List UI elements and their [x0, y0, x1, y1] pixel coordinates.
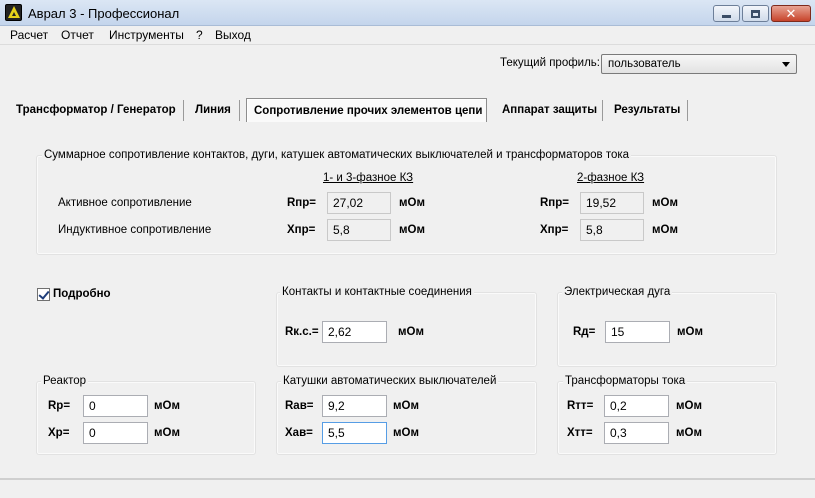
active-resistance-label: Активное сопротивление — [58, 197, 192, 209]
reactor-r-input[interactable]: 0 — [83, 395, 148, 417]
menu-item-calc[interactable]: Расчет — [10, 28, 48, 42]
col-header-1-3-phase: 1- и 3-фазное КЗ — [323, 172, 414, 184]
maximize-icon — [751, 9, 760, 18]
inductive-resistance-label: Индуктивное сопротивление — [58, 224, 212, 236]
breaker-r-input[interactable]: 9,2 — [322, 395, 387, 417]
contacts-symbol: Rк.с.= — [285, 326, 319, 338]
x-sum-symbol-2: Xпр= — [540, 224, 569, 236]
unit-label: мОм — [399, 224, 425, 236]
minimize-icon — [722, 15, 731, 18]
unit-label: мОм — [154, 427, 180, 439]
tab-bar: Трансформатор / Генератор Линия Сопротив… — [0, 98, 815, 122]
profile-select[interactable]: пользователь — [601, 54, 797, 74]
chevron-down-icon — [782, 62, 790, 67]
x-sum-symbol: Xпр= — [287, 224, 316, 236]
summary-group-title: Суммарное сопротивление контактов, дуги,… — [42, 149, 632, 161]
unit-label: мОм — [652, 197, 678, 209]
ct-x-input[interactable]: 0,3 — [604, 422, 669, 444]
tab-line[interactable]: Линия — [195, 98, 231, 122]
breaker-coils-group — [276, 381, 537, 455]
status-bar — [0, 480, 815, 498]
tab-results[interactable]: Результаты — [614, 98, 680, 122]
reactor-x-input[interactable]: 0 — [83, 422, 148, 444]
ct-r-symbol: Rтт= — [567, 400, 594, 412]
breaker-x-input[interactable]: 5,5 — [322, 422, 387, 444]
arc-symbol: Rд= — [573, 326, 596, 338]
tab-other-elements[interactable]: Сопротивление прочих элементов цепи — [246, 98, 487, 122]
maximize-button[interactable] — [742, 5, 769, 22]
menu-item-report[interactable]: Отчет — [61, 28, 94, 42]
menu-item-tools[interactable]: Инструменты — [109, 28, 184, 42]
breaker-coils-group-title: Катушки автоматических выключателей — [281, 375, 499, 387]
unit-label: мОм — [398, 326, 424, 338]
tab-transformer[interactable]: Трансформатор / Генератор — [16, 98, 176, 122]
tab-protection-device[interactable]: Аппарат защиты — [502, 98, 597, 122]
menu-bar: Расчет Отчет Инструменты ? Выход — [0, 26, 815, 45]
unit-label: мОм — [676, 427, 702, 439]
profile-label: Текущий профиль: — [500, 57, 600, 69]
unit-label: мОм — [154, 400, 180, 412]
title-bar: Аврал 3 - Профессионал ✕ — [0, 0, 815, 26]
unit-label: мОм — [393, 427, 419, 439]
r-sum-2-field: 19,52 — [580, 192, 644, 214]
tab-separator — [602, 100, 603, 121]
x-sum-2-field: 5,8 — [580, 219, 644, 241]
tab-separator — [687, 100, 688, 121]
profile-selected-value: пользователь — [608, 58, 681, 70]
contacts-resistance-input[interactable]: 2,62 — [322, 321, 387, 343]
close-icon: ✕ — [785, 6, 797, 21]
r-sum-1-3-field: 27,02 — [327, 192, 391, 214]
ct-x-symbol: Xтт= — [567, 427, 593, 439]
current-transformers-group-title: Трансформаторы тока — [563, 375, 688, 387]
reactor-r-symbol: Rр= — [48, 400, 71, 412]
unit-label: мОм — [652, 224, 678, 236]
detail-checkbox-label[interactable]: Подробно — [53, 288, 111, 300]
ct-r-input[interactable]: 0,2 — [604, 395, 669, 417]
menu-item-help[interactable]: ? — [196, 28, 203, 42]
app-logo-icon — [5, 4, 22, 21]
arc-resistance-input[interactable]: 15 — [605, 321, 670, 343]
close-button[interactable]: ✕ — [771, 5, 811, 22]
contacts-group-title: Контакты и контактные соединения — [280, 286, 474, 298]
unit-label: мОм — [677, 326, 703, 338]
unit-label: мОм — [393, 400, 419, 412]
reactor-group-title: Реактор — [41, 375, 89, 387]
r-sum-symbol: Rпр= — [287, 197, 316, 209]
menu-item-exit[interactable]: Выход — [215, 28, 251, 42]
tab-separator — [239, 100, 240, 121]
unit-label: мОм — [399, 197, 425, 209]
breaker-x-symbol: Xав= — [285, 427, 313, 439]
breaker-r-symbol: Rав= — [285, 400, 314, 412]
r-sum-symbol-2: Rпр= — [540, 197, 569, 209]
window-title: Аврал 3 - Профессионал — [28, 6, 180, 21]
x-sum-1-3-field: 5,8 — [327, 219, 391, 241]
detail-checkbox[interactable] — [37, 288, 50, 301]
minimize-button[interactable] — [713, 5, 740, 22]
arc-group-title: Электрическая дуга — [562, 286, 673, 298]
reactor-x-symbol: Xр= — [48, 427, 70, 439]
unit-label: мОм — [676, 400, 702, 412]
tab-separator — [183, 100, 184, 121]
col-header-2-phase: 2-фазное КЗ — [577, 172, 645, 184]
